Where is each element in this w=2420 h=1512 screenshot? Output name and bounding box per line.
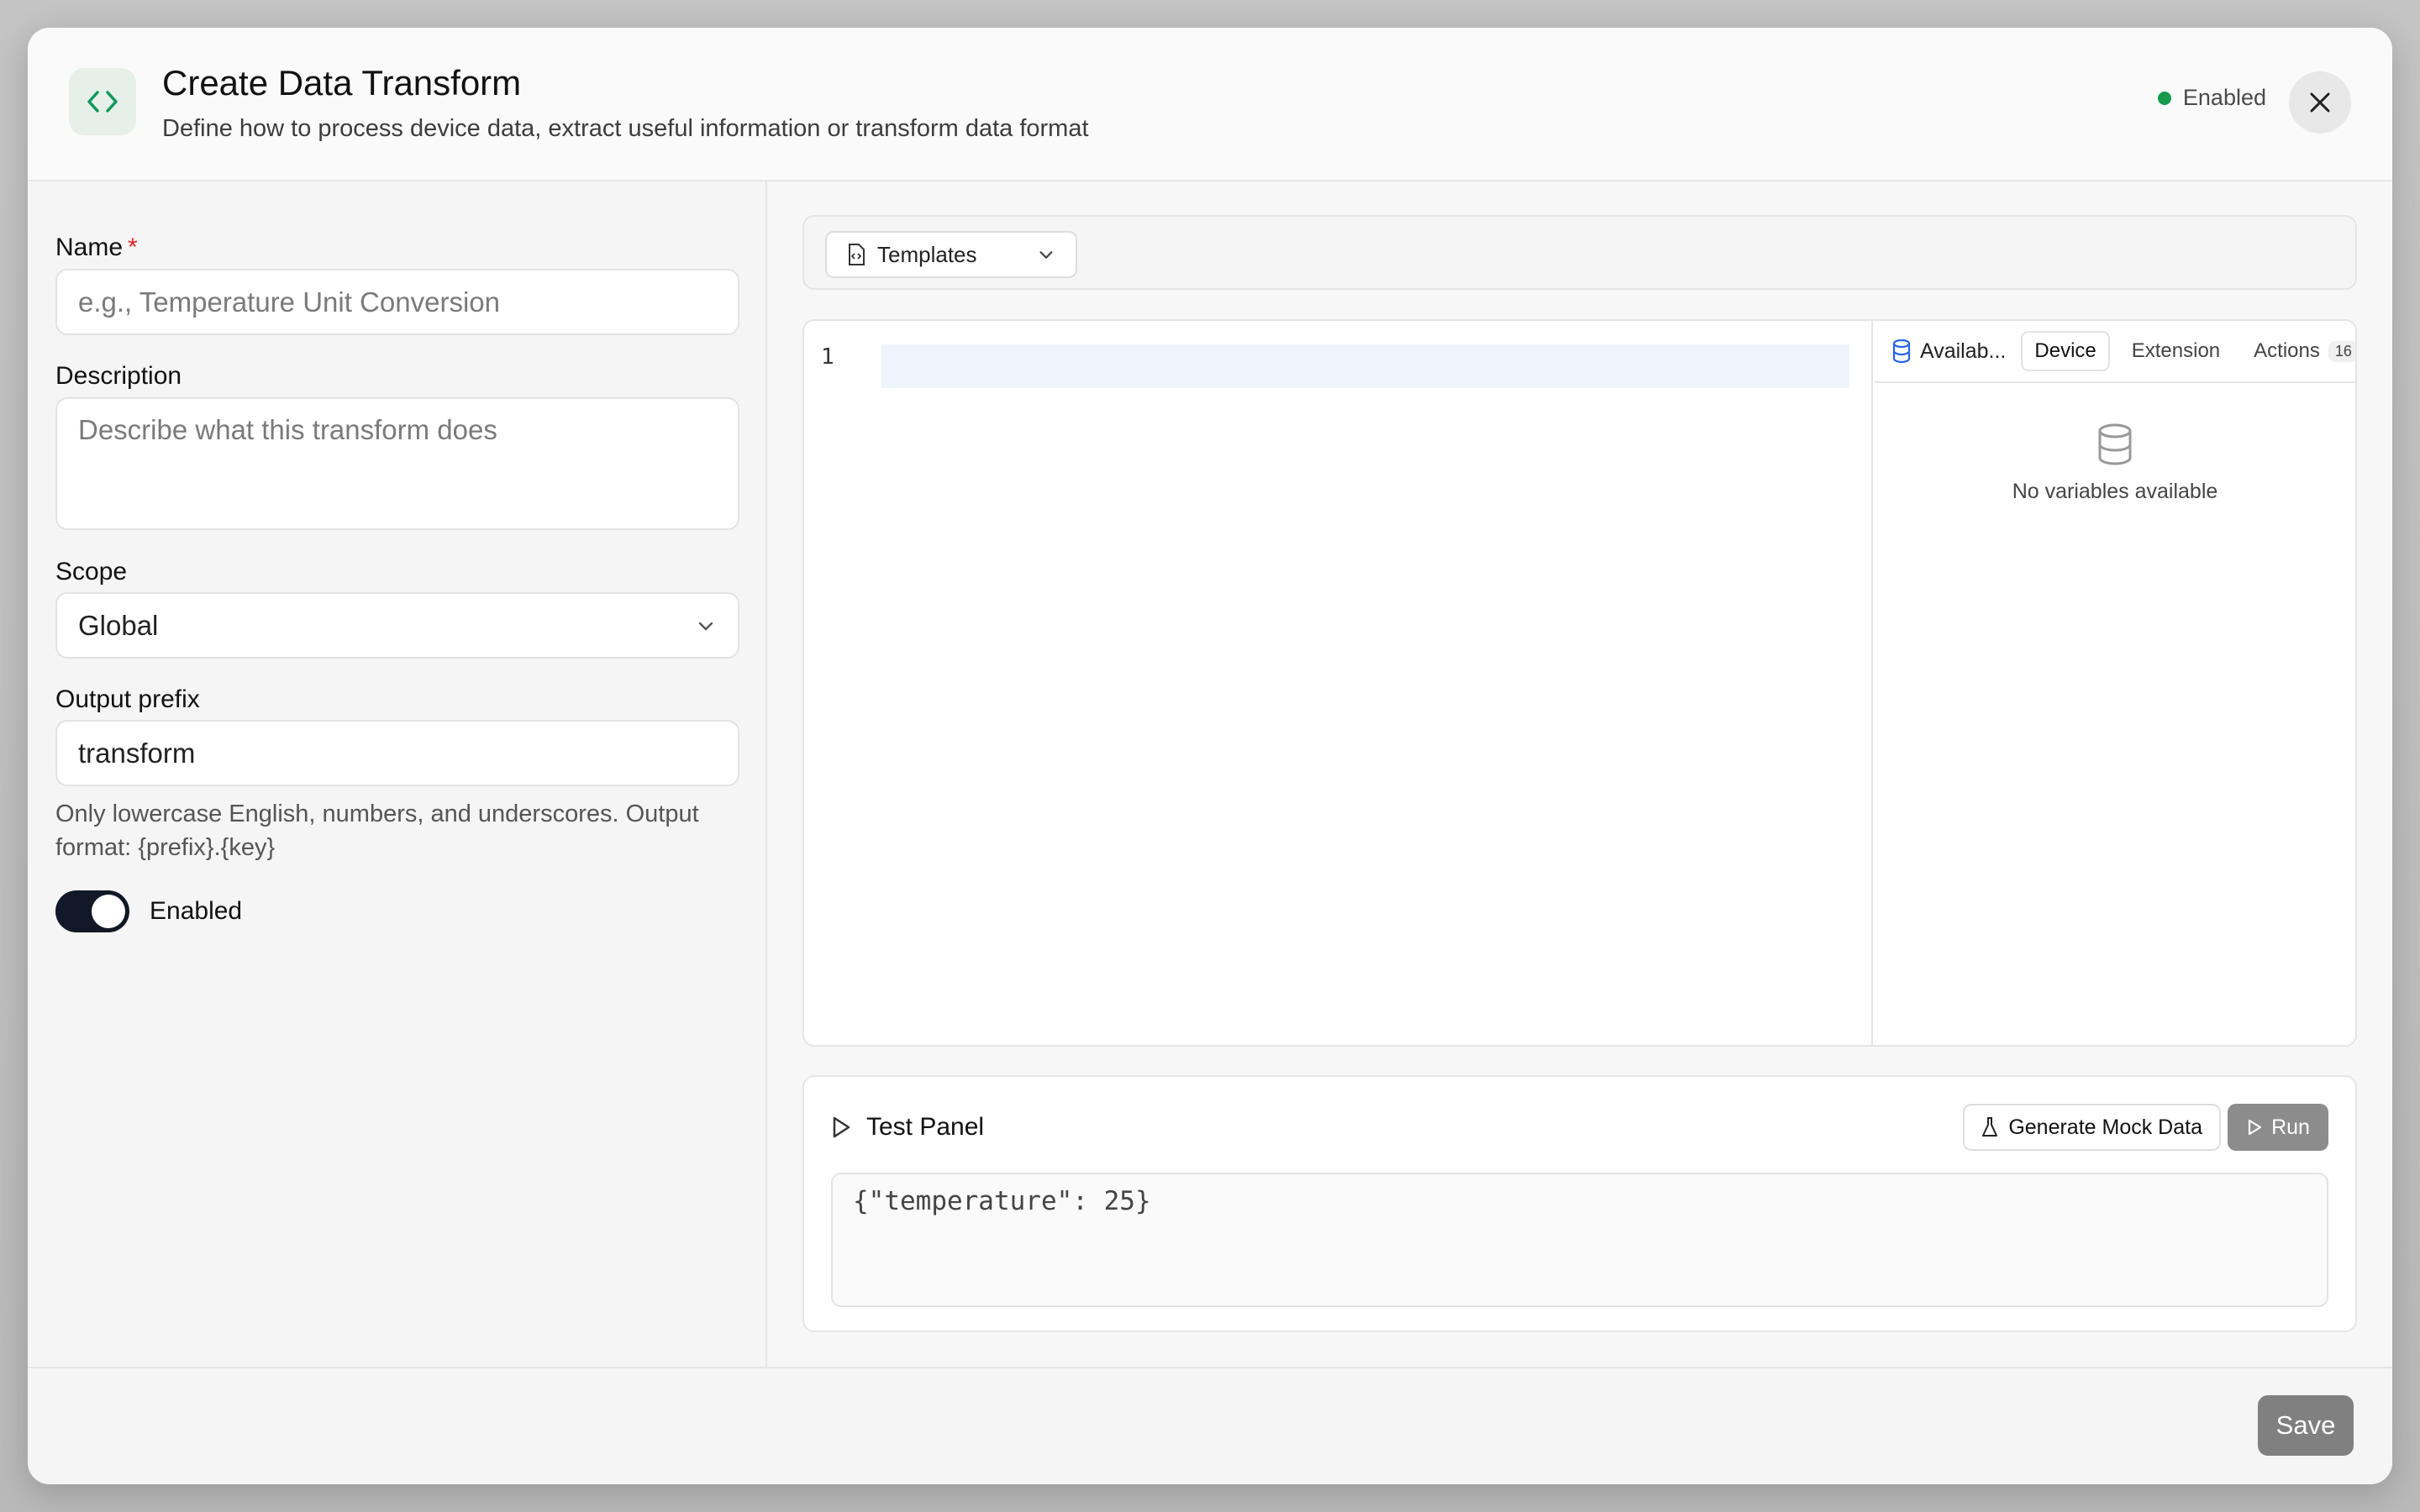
- description-input[interactable]: Describe what this transform does: [55, 397, 739, 530]
- tab-extension[interactable]: Extension: [2120, 333, 2232, 370]
- templates-button[interactable]: Templates: [825, 231, 1077, 278]
- dialog-subtitle: Define how to process device data, extra…: [162, 115, 1089, 142]
- output-prefix-input[interactable]: transform: [55, 720, 739, 786]
- active-line[interactable]: [881, 344, 1849, 388]
- create-transform-dialog: Create Data Transform Define how to proc…: [28, 28, 2392, 1484]
- output-prefix-help: Only lowercase English, numbers, and und…: [55, 801, 699, 861]
- name-input[interactable]: e.g., Temperature Unit Conversion: [55, 269, 739, 335]
- status-dot-icon: [2157, 91, 2171, 105]
- database-icon: [1892, 339, 1911, 363]
- database-icon: [2098, 423, 2132, 465]
- status-text: Enabled: [2182, 85, 2266, 110]
- generate-mock-data-button[interactable]: Generate Mock Data: [1963, 1104, 2221, 1151]
- enabled-toggle[interactable]: [55, 890, 129, 932]
- run-button[interactable]: Run: [2228, 1104, 2328, 1151]
- close-button[interactable]: [2289, 71, 2351, 134]
- enabled-label: Enabled: [150, 897, 243, 925]
- dialog-footer: Save: [28, 1367, 2392, 1484]
- file-code-icon: [849, 244, 865, 265]
- variables-tabs: Availab... Device Extension Actions 16: [1875, 321, 2355, 383]
- empty-variables-text: No variables available: [2012, 480, 2218, 503]
- test-panel: Test Panel Generate Mock Data Run {"temp…: [802, 1075, 2357, 1332]
- line-number: 1: [821, 344, 834, 370]
- dialog-title: Create Data Transform: [162, 63, 522, 102]
- dialog-header: Create Data Transform Define how to proc…: [28, 28, 2392, 181]
- required-mark: *: [128, 234, 138, 261]
- play-icon: [833, 1116, 850, 1138]
- actions-count-badge: 16: [2328, 340, 2355, 362]
- editor-toolbar: Templates: [802, 215, 2357, 290]
- variables-panel: Availab... Device Extension Actions 16 No…: [1875, 321, 2355, 1045]
- code-editor[interactable]: 1: [804, 321, 1873, 1045]
- test-input-field[interactable]: {"temperature": 25}: [831, 1173, 2328, 1307]
- test-panel-title[interactable]: Test Panel: [831, 1113, 984, 1142]
- variables-empty-state: No variables available: [1875, 423, 2355, 504]
- tab-actions[interactable]: Actions 16: [2242, 333, 2355, 370]
- name-label: Name *: [55, 234, 138, 261]
- flask-icon: [1982, 1117, 1998, 1137]
- play-icon: [2248, 1119, 2262, 1136]
- chevron-down-icon: [698, 622, 713, 631]
- templates-label: Templates: [877, 241, 977, 267]
- variables-title: Availab...: [1891, 339, 2006, 364]
- scope-select[interactable]: Global: [55, 592, 739, 659]
- scope-label: Scope: [55, 558, 128, 585]
- code-icon: [69, 68, 136, 135]
- scope-value: Global: [78, 609, 159, 641]
- toggle-knob: [92, 895, 125, 928]
- save-button[interactable]: Save: [2258, 1395, 2354, 1456]
- editor-panel: Templates 1 Availab... Device Extension …: [769, 181, 2392, 1367]
- chevron-down-icon: [1039, 251, 1053, 259]
- form-panel: Name * e.g., Temperature Unit Conversion …: [28, 181, 767, 1367]
- status-indicator: Enabled: [2157, 85, 2266, 111]
- code-editor-card: 1 Availab... Device Extension Actions 16 …: [802, 319, 2357, 1047]
- close-icon: [2310, 92, 2330, 113]
- output-prefix-label: Output prefix: [55, 685, 200, 713]
- tab-device[interactable]: Device: [2021, 331, 2110, 371]
- description-label: Description: [55, 362, 182, 390]
